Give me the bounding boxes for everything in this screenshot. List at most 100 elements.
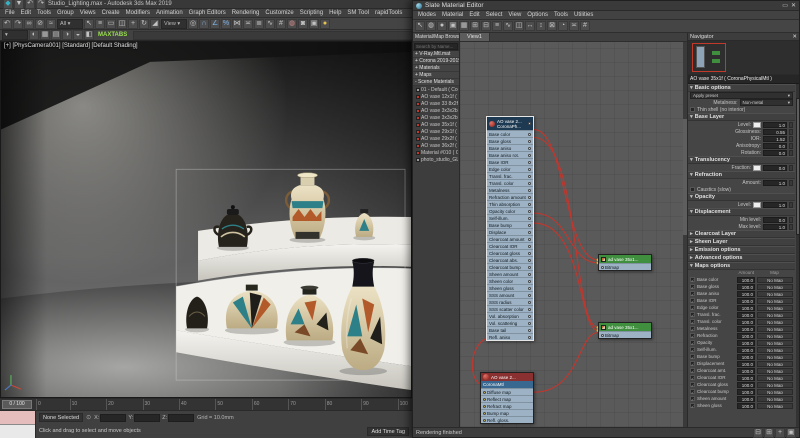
zoom-in-icon[interactable]: ⊞ bbox=[764, 428, 774, 438]
angle-snap-icon[interactable]: ∠ bbox=[210, 19, 220, 29]
node-slot-clearcoat-gloss[interactable]: Clearcoat gloss bbox=[487, 249, 533, 256]
param-checkbox[interactable] bbox=[690, 107, 695, 112]
show-background-icon[interactable]: ▦ bbox=[459, 21, 469, 31]
slot-socket[interactable] bbox=[528, 322, 531, 325]
assign-material-to-selection-icon[interactable]: ● bbox=[437, 21, 447, 31]
map-slot-button[interactable]: No Map bbox=[757, 277, 793, 283]
slot-socket[interactable] bbox=[528, 140, 531, 143]
param-value[interactable]: 1.0 bbox=[763, 122, 787, 128]
selection-filter-dropdown[interactable]: All ▾ bbox=[57, 19, 83, 29]
node-slot-displace[interactable]: Displace bbox=[487, 228, 533, 235]
node-slot-clearcoat-abs[interactable]: Clearcoat abs. bbox=[487, 256, 533, 263]
isolate-selection-icon[interactable]: ◐ bbox=[29, 30, 39, 40]
delete-selected-icon[interactable]: ⊠ bbox=[547, 21, 557, 31]
browser-material-item[interactable]: AO vase 35x1f ( Cor... bbox=[413, 121, 459, 128]
browser-group-maps[interactable]: + Maps bbox=[413, 72, 459, 79]
node-slot-transl-color[interactable]: Transl. color bbox=[487, 179, 533, 186]
node-slot-refraction-amount[interactable]: Refraction amount bbox=[487, 193, 533, 200]
selection-lock-icon[interactable]: ⊙ bbox=[86, 414, 91, 421]
slot-socket[interactable] bbox=[528, 203, 531, 206]
hide-unused-nodeslots-icon[interactable]: ⊟ bbox=[481, 21, 491, 31]
unlink-selection-icon[interactable]: ⊘ bbox=[35, 19, 45, 29]
map-checkbox[interactable]: ✓ bbox=[690, 326, 695, 331]
slot-socket[interactable] bbox=[528, 315, 531, 318]
align-icon[interactable]: ≍ bbox=[243, 19, 253, 29]
map-amount[interactable]: 100.0 bbox=[737, 389, 755, 395]
slot-socket[interactable] bbox=[528, 168, 531, 171]
node-slot-opacity-color[interactable]: Opacity color bbox=[487, 207, 533, 214]
browser-material-item[interactable]: AO vase 33 8x2f ( C... bbox=[413, 100, 459, 107]
rollout-basic-options[interactable]: ▾Basic options bbox=[688, 84, 795, 92]
named-selection-sets-dropdown[interactable]: ▾ bbox=[2, 30, 28, 40]
slot-socket[interactable] bbox=[528, 287, 531, 290]
spinner[interactable] bbox=[789, 165, 793, 171]
map-slot-button[interactable]: No Map bbox=[757, 396, 793, 402]
node-corona-physical-mtl[interactable]: AO vase 2... CoronaPh... Base colorBase … bbox=[486, 116, 534, 341]
listener-line[interactable] bbox=[0, 425, 35, 438]
map-slot-button[interactable]: No Map bbox=[757, 284, 793, 290]
navigator-view-region[interactable] bbox=[692, 43, 726, 72]
param-value[interactable]: 0.0 bbox=[763, 143, 787, 149]
map-amount[interactable]: 100.0 bbox=[737, 305, 755, 311]
use-pivot-center-icon[interactable]: ◎ bbox=[188, 19, 198, 29]
map-checkbox[interactable]: ✓ bbox=[690, 389, 695, 394]
node-slot-diffuse-map[interactable]: Diffuse map bbox=[481, 388, 533, 395]
schematic-view-icon[interactable]: # bbox=[276, 19, 286, 29]
node-canvas[interactable]: AO vase 2... CoronaPh... Base colorBase … bbox=[460, 42, 687, 427]
timeline-tick[interactable]: 80 bbox=[325, 399, 333, 410]
timeline-tick[interactable]: 30 bbox=[143, 399, 151, 410]
macro-recorder-line[interactable] bbox=[0, 411, 35, 425]
slate-titlebar[interactable]: Slate Material Editor ▭✕ bbox=[413, 1, 799, 11]
map-amount[interactable]: 100.0 bbox=[737, 347, 755, 353]
lighting-mode-icon[interactable]: ◒ bbox=[73, 30, 83, 40]
map-slot-button[interactable]: No Map bbox=[757, 389, 793, 395]
spinner[interactable] bbox=[789, 136, 793, 142]
view-tab[interactable]: View1 bbox=[460, 33, 490, 41]
coord-input[interactable] bbox=[134, 414, 160, 422]
param-value[interactable]: 0.0 bbox=[763, 165, 787, 171]
node-slot-base-aniso[interactable]: Base aniso bbox=[487, 144, 533, 151]
browser-material-item[interactable]: AO vase 3x3x2b7f (... bbox=[413, 114, 459, 121]
param-value[interactable]: 1.52 bbox=[763, 136, 787, 142]
browser-material-item[interactable]: photo_studio_GL_BL... bbox=[413, 156, 459, 163]
rollout-emission-options[interactable]: ▸Emission options bbox=[688, 246, 795, 254]
slot-socket[interactable] bbox=[528, 217, 531, 220]
slot-socket[interactable] bbox=[528, 210, 531, 213]
map-amount[interactable]: 100.0 bbox=[737, 284, 755, 290]
map-checkbox[interactable]: ✓ bbox=[690, 277, 695, 282]
menu-graph-editors[interactable]: Graph Editors bbox=[186, 9, 229, 17]
curve-editor-icon[interactable]: ∿ bbox=[265, 19, 275, 29]
map-slot-button[interactable]: No Map bbox=[757, 361, 793, 367]
slate-menu-view[interactable]: View bbox=[505, 11, 524, 19]
map-checkbox[interactable]: ✓ bbox=[690, 305, 695, 310]
timeline-tick[interactable]: 60 bbox=[252, 399, 260, 410]
node-slot-clearcoat-amount[interactable]: Clearcoat amount bbox=[487, 235, 533, 242]
redo-icon[interactable]: ↷ bbox=[13, 19, 23, 29]
spinner[interactable] bbox=[789, 122, 793, 128]
node-header[interactable]: AO vase 2... bbox=[481, 373, 533, 381]
map-checkbox[interactable]: ✓ bbox=[690, 396, 695, 401]
zoom-extents-icon[interactable]: ▣ bbox=[786, 428, 796, 438]
show-grid-icon[interactable]: ⊞ bbox=[470, 21, 480, 31]
param-value[interactable]: 0.0 bbox=[763, 217, 787, 223]
menu-help[interactable]: Help bbox=[326, 9, 344, 17]
node-slot-vol-absorption[interactable]: Vol. absorption bbox=[487, 312, 533, 319]
rollout-refraction[interactable]: ▾Refraction bbox=[688, 171, 795, 179]
viewport[interactable]: [+] [PhysCamera001] [Standard] [Default … bbox=[0, 41, 412, 398]
bitmap-node-header[interactable]: ad vase 35x1... bbox=[599, 255, 651, 263]
map-checkbox[interactable]: ✓ bbox=[690, 291, 695, 296]
map-amount[interactable]: 100.0 bbox=[737, 375, 755, 381]
map-checkbox[interactable]: ✓ bbox=[690, 298, 695, 303]
bitmap-node-header[interactable]: ad vase 35x1... bbox=[599, 323, 651, 331]
coord-input[interactable] bbox=[168, 414, 194, 422]
slot-socket[interactable] bbox=[601, 334, 604, 337]
browser-group-scene-materials[interactable]: - Scene Materials bbox=[413, 79, 459, 86]
slot-socket[interactable] bbox=[528, 238, 531, 241]
menu-edit[interactable]: Edit bbox=[18, 9, 34, 17]
slot-socket[interactable] bbox=[528, 294, 531, 297]
slot-socket[interactable] bbox=[528, 301, 531, 304]
menu-sm-tool[interactable]: SM Tool bbox=[344, 9, 372, 17]
map-slot-button[interactable]: No Map bbox=[757, 340, 793, 346]
map-checkbox[interactable]: ✓ bbox=[690, 382, 695, 387]
map-slot-button[interactable]: No Map bbox=[757, 375, 793, 381]
